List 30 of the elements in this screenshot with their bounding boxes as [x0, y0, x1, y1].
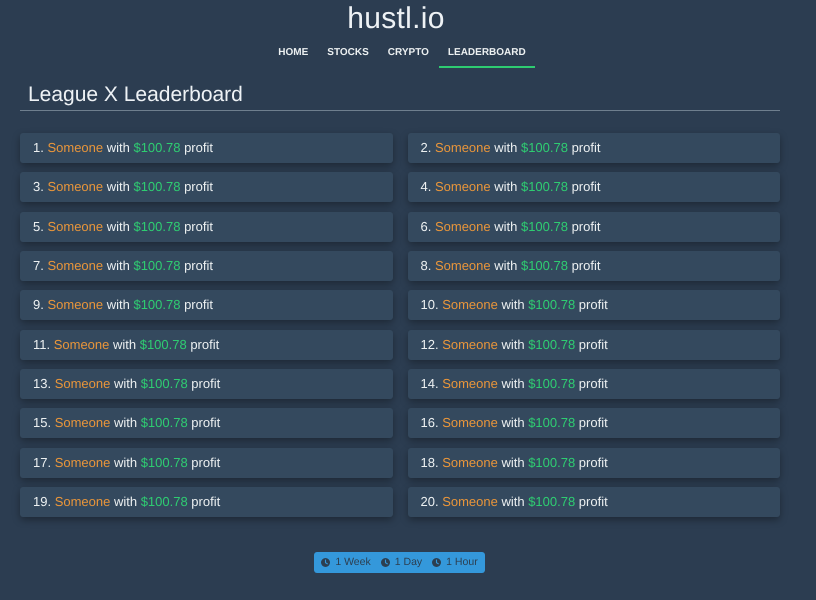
time-range-button[interactable]: 1 Week — [314, 552, 376, 573]
nav-tab[interactable]: CRYPTO — [378, 40, 438, 68]
leaderboard-entry: 3. Someone with $100.78 profit — [33, 179, 213, 196]
leaderboard-entry: 12. Someone with $100.78 profit — [420, 336, 608, 353]
leaderboard-entry: 5. Someone with $100.78 profit — [33, 218, 213, 235]
leaderboard-entry: 4. Someone with $100.78 profit — [420, 179, 600, 196]
leaderboard-entry: 8. Someone with $100.78 profit — [420, 258, 600, 274]
leaderboard-entry: 18. Someone with $100.78 profit — [420, 454, 608, 471]
nav-tab[interactable]: STOCKS — [318, 40, 378, 68]
site-logo[interactable]: hustl.io — [347, 3, 445, 35]
clock-icon — [321, 558, 330, 567]
nav-tab[interactable]: HOME — [269, 40, 318, 68]
leaderboard-entry: 13. Someone with $100.78 profit — [33, 376, 220, 392]
leaderboard-entry: 15. Someone with $100.78 profit — [33, 415, 220, 432]
leaderboard-entry: 16. Someone with $100.78 profit — [420, 415, 608, 432]
leaderboard-entry: 14. Someone with $100.78 profit — [420, 376, 608, 392]
leaderboard-entry: 10. Someone with $100.78 profit — [420, 297, 608, 314]
leaderboard-entry: 7. Someone with $100.78 profit — [33, 258, 213, 274]
clock-icon — [432, 558, 442, 567]
leaderboard-entry: 6. Someone with $100.78 profit — [420, 218, 600, 235]
leaderboard-entry: 2. Someone with $100.78 profit — [420, 140, 600, 156]
leaderboard-entry: 17. Someone with $100.78 profit — [33, 454, 220, 471]
leaderboard-entry: 20. Someone with $100.78 profit — [420, 494, 608, 510]
page-heading: League X Leaderboard — [28, 82, 243, 108]
leaderboard-entry: 9. Someone with $100.78 profit — [33, 297, 213, 314]
leaderboard-entry: 19. Someone with $100.78 profit — [33, 494, 220, 510]
nav-tab[interactable]: LEADERBOARD — [438, 40, 535, 68]
leaderboard-entry: 11. Someone with $100.78 profit — [33, 336, 220, 353]
clock-icon — [380, 558, 390, 567]
leaderboard-entry: 1. Someone with $100.78 profit — [33, 140, 213, 156]
